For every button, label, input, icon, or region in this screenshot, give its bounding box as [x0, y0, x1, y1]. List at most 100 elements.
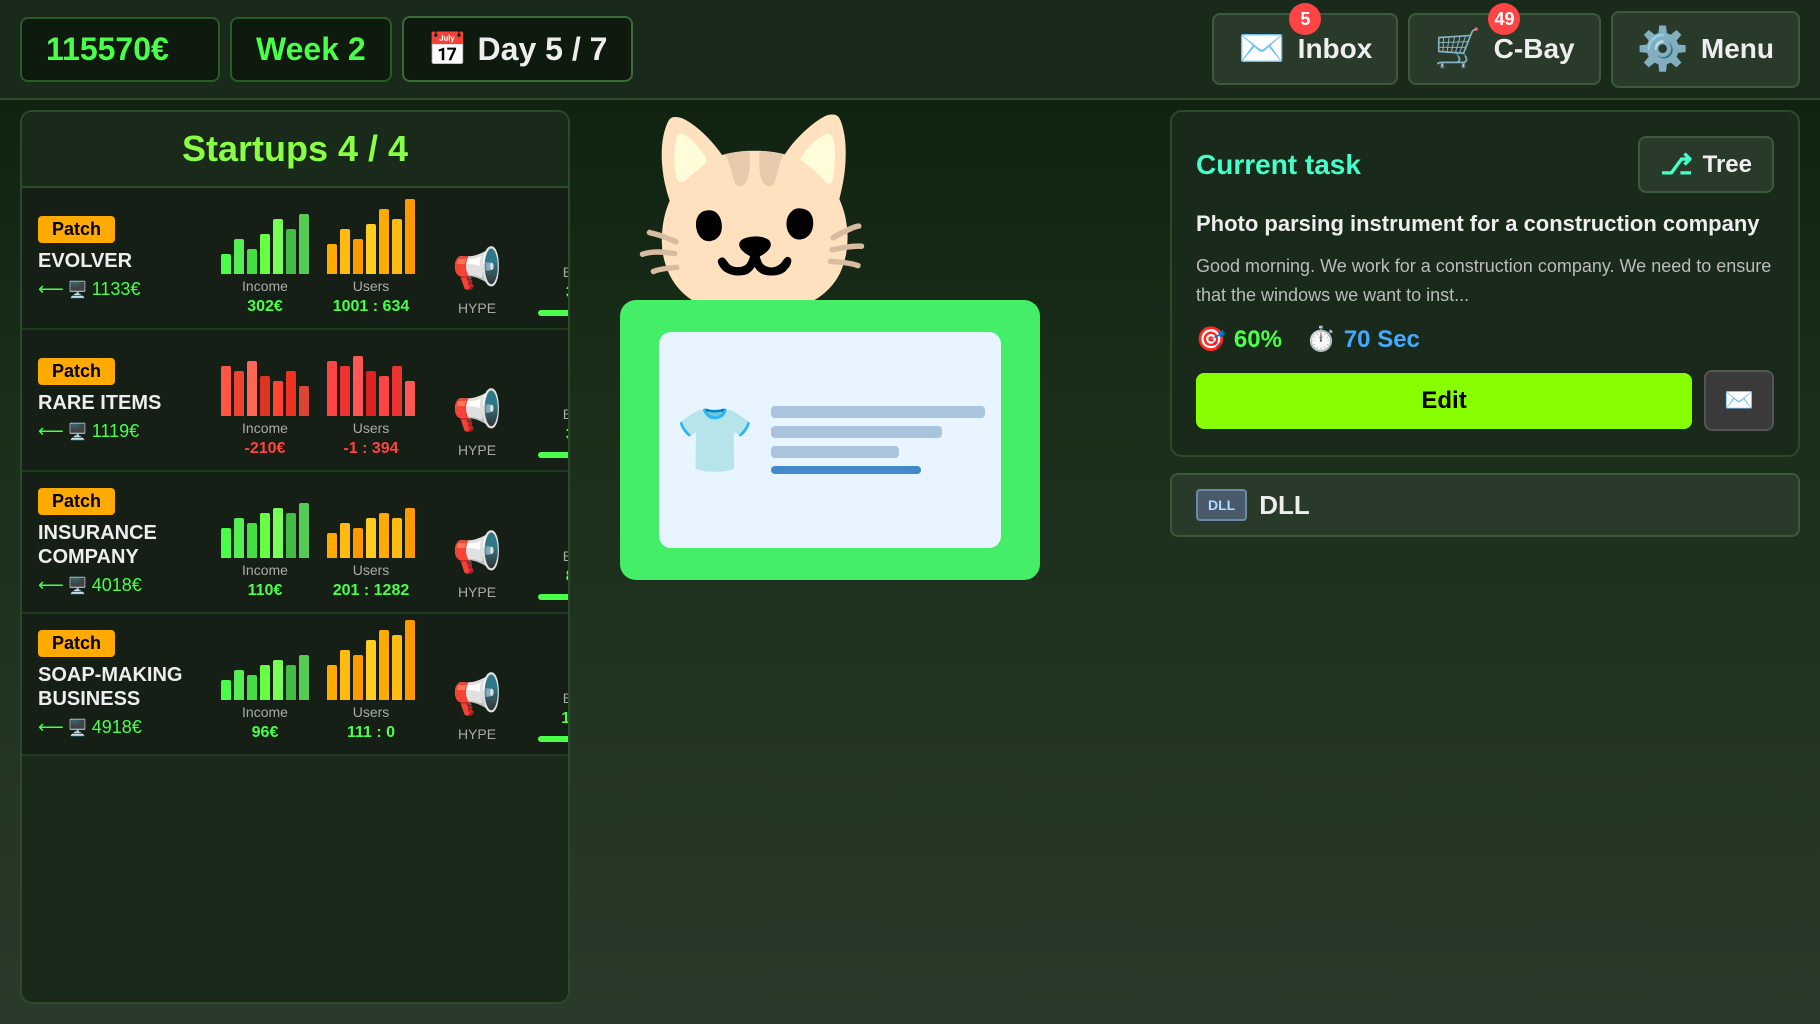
- income-bar: [286, 229, 296, 274]
- user-bar: [379, 209, 389, 274]
- week-value: Week 2: [256, 31, 366, 67]
- users-bars: [327, 356, 415, 416]
- income-block: Income -210€: [220, 356, 310, 458]
- income-bar: [273, 508, 283, 558]
- user-bar: [379, 630, 389, 700]
- income-value: 96€: [252, 724, 279, 742]
- megaphone-icon: 📢: [452, 387, 502, 434]
- arrow-icon: ⟵: [38, 575, 64, 596]
- current-task-header: Current task ⎇ Tree: [1196, 136, 1774, 193]
- startup-cost: ⟵ 🖥️ 1119€: [38, 421, 208, 442]
- income-value: -210€: [245, 440, 286, 458]
- income-label: Income: [242, 420, 288, 436]
- envelope-icon: ✉️: [1238, 27, 1285, 71]
- users-bars: [327, 498, 415, 558]
- income-bars: [221, 356, 309, 416]
- usb-icon: ⎇: [1660, 148, 1692, 181]
- cbay-button[interactable]: 49 🛒 C-Bay: [1408, 13, 1600, 85]
- tree-button[interactable]: ⎇ Tree: [1638, 136, 1774, 193]
- balance-label: Balance: [563, 690, 568, 706]
- tree-label: Tree: [1703, 151, 1752, 179]
- card-line-4: [771, 466, 921, 474]
- inner-card: 👕: [659, 332, 1001, 548]
- startup-list: Patch EVOLVER ⟵ 🖥️ 1133€ Income 302€ Use…: [22, 188, 568, 998]
- progress-bar-container: [538, 736, 568, 742]
- user-bar: [392, 219, 402, 274]
- user-bar: [340, 229, 350, 274]
- income-label: Income: [242, 704, 288, 720]
- startup-stats: Income -210€ Users -1 : 394 📢 HYPE Balan…: [220, 342, 568, 458]
- users-block: Users -1 : 394: [326, 356, 416, 458]
- dll-label: DLL: [1259, 490, 1310, 521]
- right-panel: Current task ⎇ Tree Photo parsing instru…: [1170, 110, 1800, 1004]
- patch-badge: Patch: [38, 358, 115, 385]
- income-bar: [234, 670, 244, 700]
- currency-display: 115570€: [20, 17, 220, 82]
- menu-button[interactable]: ⚙️ Menu: [1611, 11, 1800, 88]
- menu-label: Menu: [1701, 33, 1774, 65]
- center-card: 👕: [620, 300, 1040, 580]
- cbay-badge: 49: [1488, 3, 1520, 35]
- startups-header: Startups 4 / 4: [22, 112, 568, 188]
- inbox-badge: 5: [1289, 3, 1321, 35]
- progress-bar: [538, 736, 568, 742]
- time-value: 70 Sec: [1344, 326, 1420, 354]
- cost-icon: 🖥️: [68, 576, 88, 596]
- users-bars: [327, 214, 415, 274]
- card-line-3: [771, 446, 900, 458]
- currency-value: 115570€: [46, 31, 169, 67]
- user-bar: [327, 665, 337, 700]
- income-bar: [299, 503, 309, 558]
- user-bar: [405, 199, 415, 274]
- income-bar: [234, 239, 244, 274]
- income-bar: [247, 249, 257, 274]
- user-bar: [405, 381, 415, 416]
- megaphone-icon: 📢: [452, 671, 502, 718]
- users-label: Users: [353, 562, 390, 578]
- income-bar: [299, 214, 309, 274]
- startup-cost: ⟵ 🖥️ 4018€: [38, 575, 208, 596]
- clock-icon: ⏱️: [1306, 325, 1336, 354]
- startup-stats: Income 302€ Users 1001 : 634 📢 HYPE Bala…: [220, 200, 568, 316]
- income-bars: [221, 498, 309, 558]
- users-value: -1 : 394: [343, 440, 398, 458]
- user-bar: [379, 513, 389, 558]
- edit-button[interactable]: Edit: [1196, 373, 1692, 429]
- task-stats: 🎯 60% ⏱️ 70 Sec: [1196, 325, 1774, 354]
- income-bar: [286, 665, 296, 700]
- startup-info: Patch EVOLVER ⟵ 🖥️ 1133€: [38, 216, 208, 300]
- income-bar: [273, 660, 283, 700]
- user-bar: [405, 620, 415, 700]
- target-icon: 🎯: [1196, 325, 1226, 354]
- user-bar: [366, 224, 376, 274]
- time-stat: ⏱️ 70 Sec: [1306, 325, 1420, 354]
- week-display: Week 2: [230, 17, 392, 82]
- startup-info: Patch SOAP-MAKING BUSINESS ⟵ 🖥️ 4918€: [38, 630, 208, 738]
- user-bar: [340, 523, 350, 558]
- progress-bar: [538, 594, 568, 600]
- hype-label: HYPE: [458, 726, 496, 742]
- income-bar: [299, 655, 309, 700]
- left-panel: Startups 4 / 4 Patch EVOLVER ⟵ 🖥️ 1133€ …: [20, 110, 570, 1004]
- user-bar: [353, 239, 363, 274]
- income-label: Income: [242, 278, 288, 294]
- right-side-buttons: DLL DLL: [1170, 473, 1800, 537]
- user-bar: [392, 366, 402, 416]
- cost-icon: 🖥️: [68, 718, 88, 738]
- users-block: Users 1001 : 634: [326, 214, 416, 316]
- users-label: Users: [353, 278, 390, 294]
- mail-button[interactable]: ✉️: [1704, 370, 1774, 431]
- progress-stat: 🎯 60%: [1196, 325, 1282, 354]
- startup-row: Patch EVOLVER ⟵ 🖥️ 1133€ Income 302€ Use…: [22, 188, 568, 330]
- card-line-2: [771, 426, 942, 438]
- startup-name: RARE ITEMS: [38, 391, 208, 415]
- patch-badge: Patch: [38, 216, 115, 243]
- income-value: 110€: [248, 582, 283, 600]
- dll-button[interactable]: DLL DLL: [1170, 473, 1800, 537]
- inbox-button[interactable]: 5 ✉️ Inbox: [1212, 13, 1398, 85]
- balance-block: 📢 HYPE: [432, 387, 522, 458]
- income-bar: [273, 219, 283, 274]
- task-actions: Edit ✉️: [1196, 370, 1774, 431]
- startup-name: EVOLVER: [38, 249, 208, 273]
- user-bar: [340, 366, 350, 416]
